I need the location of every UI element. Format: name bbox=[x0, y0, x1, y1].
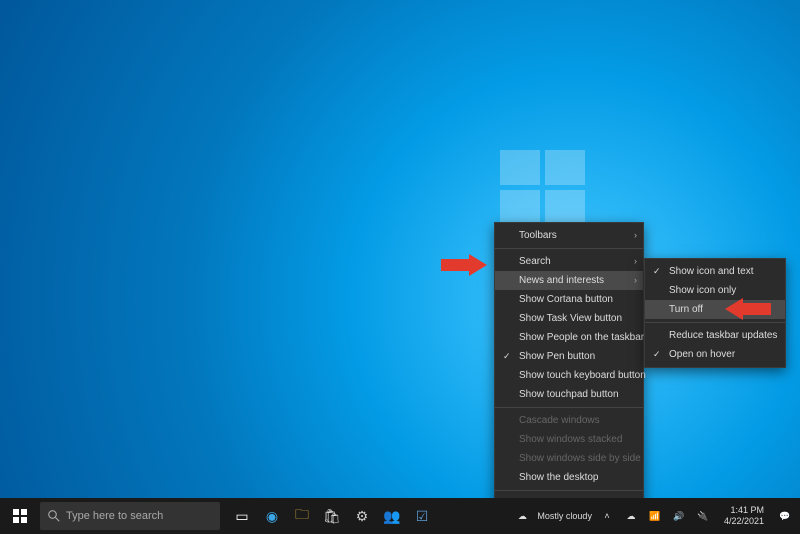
taskbar-context-menu: Toolbars › Search › News and interests ›… bbox=[494, 222, 644, 534]
start-button[interactable] bbox=[0, 498, 40, 534]
chevron-right-icon: › bbox=[634, 230, 637, 240]
menu-separator bbox=[495, 407, 643, 408]
taskview-button[interactable]: ▭ bbox=[228, 498, 256, 534]
menu-label: Search bbox=[519, 256, 551, 267]
menu-label: Show Pen button bbox=[519, 351, 595, 362]
menu-separator bbox=[645, 322, 785, 323]
menu-show-cortana[interactable]: Show Cortana button bbox=[495, 290, 643, 309]
menu-show-desktop[interactable]: Show the desktop bbox=[495, 468, 643, 487]
menu-search[interactable]: Search › bbox=[495, 252, 643, 271]
menu-label: Show touch keyboard button bbox=[519, 370, 646, 381]
chevron-right-icon: › bbox=[634, 275, 637, 285]
menu-label: Turn off bbox=[669, 304, 703, 315]
menu-label: Show People on the taskbar bbox=[519, 332, 644, 343]
weather-text: Mostly cloudy bbox=[537, 511, 592, 521]
taskbar-clock[interactable]: 1:41 PM 4/22/2021 bbox=[718, 505, 770, 527]
menu-label: Show icon only bbox=[669, 285, 736, 296]
windows-logo-icon bbox=[13, 509, 27, 523]
menu-toolbars[interactable]: Toolbars › bbox=[495, 226, 643, 245]
weather-widget[interactable]: ☁ bbox=[513, 498, 531, 534]
menu-label: Toolbars bbox=[519, 230, 557, 241]
tray-power-icon[interactable]: 🔌 bbox=[694, 498, 712, 534]
menu-show-taskview[interactable]: Show Task View button bbox=[495, 309, 643, 328]
submenu-reduce-updates[interactable]: Reduce taskbar updates bbox=[645, 326, 785, 345]
menu-show-pen[interactable]: Show Pen button bbox=[495, 347, 643, 366]
submenu-icon-and-text[interactable]: Show icon and text bbox=[645, 262, 785, 281]
search-placeholder: Type here to search bbox=[66, 510, 163, 522]
search-icon bbox=[48, 510, 60, 522]
menu-news-and-interests[interactable]: News and interests › bbox=[495, 271, 643, 290]
menu-show-touch-keyboard[interactable]: Show touch keyboard button bbox=[495, 366, 643, 385]
menu-label: Show Cortana button bbox=[519, 294, 613, 305]
menu-label: News and interests bbox=[519, 275, 604, 286]
menu-show-people[interactable]: Show People on the taskbar bbox=[495, 328, 643, 347]
menu-label: Show touchpad button bbox=[519, 389, 619, 400]
menu-label: Cascade windows bbox=[519, 415, 600, 426]
menu-cascade: Cascade windows bbox=[495, 411, 643, 430]
menu-sidebyside: Show windows side by side bbox=[495, 449, 643, 468]
menu-stacked: Show windows stacked bbox=[495, 430, 643, 449]
annotation-arrow bbox=[725, 298, 771, 320]
pinned-edge[interactable]: ◉ bbox=[258, 498, 286, 534]
submenu-open-on-hover[interactable]: Open on hover bbox=[645, 345, 785, 364]
menu-label: Show the desktop bbox=[519, 472, 599, 483]
chevron-right-icon: › bbox=[634, 256, 637, 266]
menu-show-touchpad[interactable]: Show touchpad button bbox=[495, 385, 643, 404]
menu-separator bbox=[495, 490, 643, 491]
menu-label: Show windows stacked bbox=[519, 434, 622, 445]
pinned-store[interactable]: 🛍 bbox=[318, 498, 346, 534]
taskbar-search[interactable]: Type here to search bbox=[40, 502, 220, 530]
tray-onedrive-icon[interactable]: ☁ bbox=[622, 498, 640, 534]
tray-volume-icon[interactable]: 🔊 bbox=[670, 498, 688, 534]
menu-label: Reduce taskbar updates bbox=[669, 330, 777, 341]
tray-network-icon[interactable]: 📶 bbox=[646, 498, 664, 534]
menu-label: Show icon and text bbox=[669, 266, 754, 277]
menu-label: Show windows side by side bbox=[519, 453, 641, 464]
menu-separator bbox=[495, 248, 643, 249]
menu-label: Show Task View button bbox=[519, 313, 622, 324]
clock-time: 1:41 PM bbox=[724, 505, 764, 516]
system-tray: ☁ Mostly cloudy ˄ ☁ 📶 🔊 🔌 1:41 PM 4/22/2… bbox=[513, 498, 800, 534]
pinned-explorer[interactable]: 🗀 bbox=[288, 498, 316, 534]
pinned-todo[interactable]: ☑ bbox=[408, 498, 436, 534]
pinned-settings[interactable]: ⚙ bbox=[348, 498, 376, 534]
pinned-apps: ▭ ◉ 🗀 🛍 ⚙ 👥 ☑ bbox=[228, 498, 436, 534]
pinned-teams[interactable]: 👥 bbox=[378, 498, 406, 534]
action-center-icon[interactable]: 💬 bbox=[776, 498, 794, 534]
annotation-arrow bbox=[441, 254, 487, 276]
tray-chevron-up-icon[interactable]: ˄ bbox=[598, 498, 616, 534]
clock-date: 4/22/2021 bbox=[724, 516, 764, 527]
menu-label: Open on hover bbox=[669, 349, 735, 360]
taskbar: Type here to search ▭ ◉ 🗀 🛍 ⚙ 👥 ☑ ☁ Most… bbox=[0, 498, 800, 534]
